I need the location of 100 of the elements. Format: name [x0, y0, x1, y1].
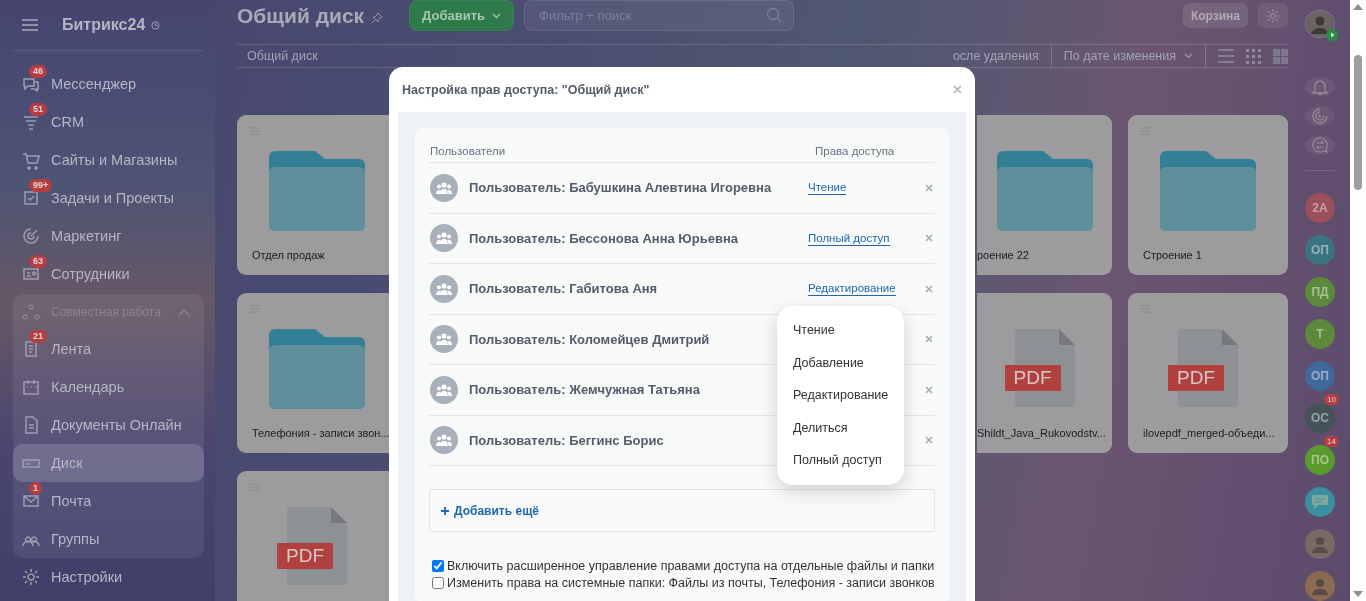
contact-avatar[interactable]: ОП — [1305, 361, 1335, 391]
person-silhouette-icon — [1307, 11, 1333, 37]
sidebar-item[interactable]: Диск — [13, 444, 204, 482]
checkbox[interactable] — [432, 576, 444, 589]
file-name: Отдел продаж — [251, 249, 325, 261]
person-silhouette-icon — [1310, 534, 1330, 554]
user-group-avatar — [430, 224, 458, 253]
remove-icon[interactable] — [925, 436, 933, 445]
settings-item[interactable]: Настройки — [13, 558, 204, 596]
count-badge: 14 — [1324, 436, 1339, 447]
file-name: Строение 1 — [1142, 249, 1202, 261]
calendar-icon — [21, 377, 41, 397]
breadcrumb[interactable]: Общий диск — [247, 49, 318, 63]
file-name: Shildt_Java_Rukovodstv... — [977, 427, 1106, 439]
play-icon — [1326, 29, 1338, 41]
file-card[interactable]: PDF ilovepdf_merged-объеди... — [1128, 293, 1288, 453]
file-name: ilovepdf_merged-объеди... — [1142, 427, 1275, 439]
folder-icon — [269, 329, 365, 409]
folder-icon — [996, 151, 1093, 231]
column-header: Права доступа — [815, 145, 896, 157]
sidebar-item[interactable]: 21 Лента — [13, 330, 204, 368]
list-view-icon[interactable] — [1218, 49, 1234, 63]
column-header: Пользователи — [430, 145, 507, 157]
sidebar-item[interactable]: Сайты и Магазины — [13, 141, 204, 179]
folder-icon — [1160, 151, 1256, 231]
activity-button[interactable] — [1305, 106, 1335, 127]
file-name: Телефония - записи звон... — [251, 427, 390, 439]
logo-text[interactable]: Битрикс24 — [62, 16, 146, 34]
remove-icon[interactable] — [925, 335, 933, 344]
file-card[interactable]: роение 22 — [977, 115, 1112, 275]
chat-arrows-icon — [1311, 136, 1329, 155]
sidebar-item[interactable]: 46 Мессенджер — [13, 65, 204, 103]
remove-icon[interactable] — [925, 183, 933, 192]
remove-icon[interactable] — [925, 385, 933, 394]
user-name: Пользователь: Габитова Аня — [469, 281, 659, 297]
contact-avatar[interactable] — [1305, 571, 1335, 601]
chat-button[interactable] — [1305, 135, 1335, 156]
sidebar-item[interactable]: 51 CRM — [13, 103, 204, 141]
count-badge: 99+ — [29, 179, 53, 192]
file-name: роение 22 — [977, 249, 1029, 261]
plus-icon — [441, 506, 449, 515]
contact-avatar[interactable]: ПД — [1305, 277, 1335, 307]
collab-icon — [21, 302, 41, 322]
access-level-link[interactable]: Чтение — [808, 180, 847, 196]
user-avatar[interactable] — [1305, 10, 1335, 38]
tile-view-icon[interactable] — [1273, 48, 1288, 64]
file-card[interactable]: PDF Shildt_Java_Rukovodstv... — [977, 293, 1112, 453]
add-more-button[interactable]: Добавить ещё — [429, 489, 935, 532]
count-badge: 10 — [1324, 394, 1339, 405]
user-name: Пользователь: Беггинс Борис — [469, 432, 665, 448]
settings-icon — [1265, 7, 1281, 24]
scroll-down-arrow-icon[interactable] — [1353, 591, 1363, 597]
search-icon — [766, 7, 783, 23]
contact-avatar[interactable]: Т — [1305, 319, 1335, 349]
user-name: Пользователь: Бессонова Анна Юрьевна — [469, 230, 739, 246]
trash-button[interactable]: Корзина — [1182, 3, 1248, 28]
contact-avatar[interactable] — [1305, 487, 1335, 517]
grid-view-icon[interactable] — [1246, 48, 1261, 64]
sidebar-item[interactable]: Календарь — [13, 368, 204, 406]
close-icon[interactable] — [953, 85, 962, 94]
sidebar-item[interactable]: Группы — [13, 520, 204, 558]
scroll-up-arrow-icon[interactable] — [1353, 4, 1363, 10]
contact-avatar[interactable]: ОС — [1305, 403, 1335, 433]
menu-icon[interactable] — [22, 19, 38, 31]
contact-avatar[interactable]: 2А — [1305, 193, 1335, 223]
deleted-filter[interactable]: осле удаления — [952, 49, 1039, 63]
menu-item[interactable]: Добавление — [777, 346, 904, 379]
contact-avatar[interactable]: ОП — [1305, 235, 1335, 265]
sidebar-item[interactable]: 63 Сотрудники — [13, 255, 204, 293]
scrollbar-thumb[interactable] — [1354, 55, 1362, 190]
checkbox-label: Изменить права на системные папки: Файлы из почты, Телефония - записи звонков — [447, 575, 935, 590]
count-badge: 21 — [29, 330, 47, 343]
pin-icon[interactable] — [371, 11, 384, 24]
tasks-icon — [21, 188, 41, 208]
file-card[interactable]: Строение 1 — [1128, 115, 1288, 275]
add-button[interactable]: Добавить — [409, 0, 515, 31]
caret-icon — [492, 12, 502, 19]
remove-icon[interactable] — [925, 234, 933, 243]
menu-item[interactable]: Полный доступ — [777, 444, 904, 477]
settings-button[interactable] — [1258, 3, 1288, 28]
contact-avatar[interactable] — [1305, 529, 1335, 559]
remove-icon[interactable] — [925, 284, 933, 293]
folder-icon — [269, 151, 365, 231]
sort-dropdown[interactable]: По дате изменения — [1063, 49, 1193, 63]
checkbox-label: Включить расширенное управление правами доступа на отдельные файлы и папки — [447, 558, 935, 573]
access-level-link[interactable]: Полный доступ — [808, 230, 890, 246]
access-level-link[interactable]: Редактирование — [808, 281, 896, 297]
menu-item[interactable]: Чтение — [777, 314, 904, 347]
user-group-avatar — [430, 325, 458, 354]
menu-item[interactable]: Делиться — [777, 411, 904, 444]
clock-icon — [151, 20, 161, 30]
notifications-button[interactable] — [1305, 77, 1335, 98]
checkbox[interactable] — [432, 559, 444, 572]
sidebar-item[interactable]: Документы Онлайн — [13, 406, 204, 444]
count-badge: 63 — [29, 255, 47, 268]
menu-item[interactable]: Редактирование — [777, 379, 904, 412]
sidebar-item[interactable]: 99+ Задачи и Проекты — [13, 179, 204, 217]
sidebar-item[interactable]: Маркетинг — [13, 217, 204, 255]
cart-icon — [21, 150, 41, 170]
sidebar-item[interactable]: 1 Почта — [13, 482, 204, 520]
